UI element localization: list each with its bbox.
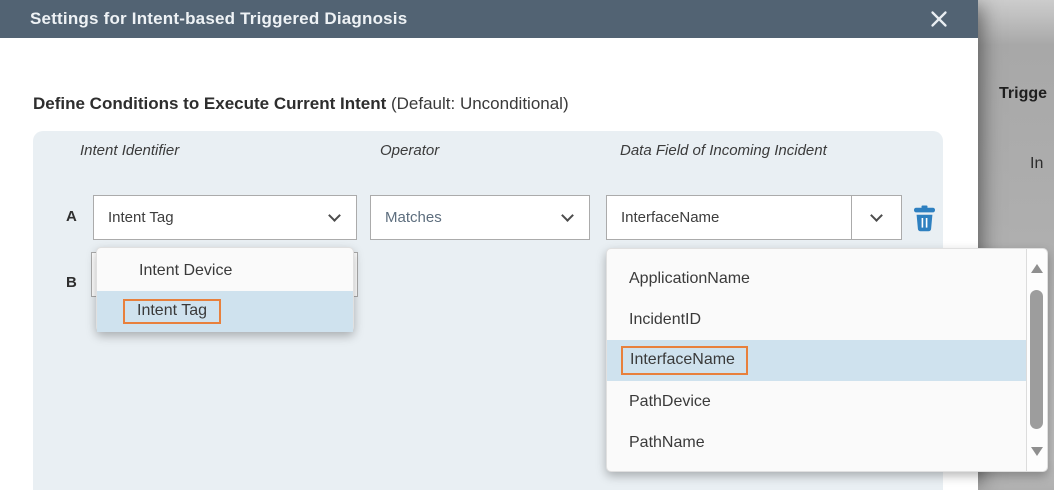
scrollbar-thumb[interactable] [1030, 290, 1043, 429]
conditions-heading-bold: Define Conditions to Execute Current Int… [33, 94, 386, 113]
dialog-header: Settings for Intent-based Triggered Diag… [0, 0, 978, 38]
menu-item-label: Intent Device [139, 262, 232, 280]
column-header-intent-identifier: Intent Identifier [80, 142, 179, 159]
menu-scrollbar[interactable] [1026, 249, 1047, 471]
close-icon [929, 17, 949, 32]
data-field-menu-list: ApplicationName IncidentID InterfaceName… [607, 249, 1026, 471]
menu-item-label: PathName [629, 434, 705, 452]
conditions-heading: Define Conditions to Execute Current Int… [33, 94, 569, 114]
column-header-operator: Operator [380, 142, 439, 159]
scroll-down-arrow-icon[interactable] [1031, 447, 1043, 456]
menu-item-incidentid[interactable]: IncidentID [607, 299, 1026, 340]
intent-identifier-select[interactable]: Intent Tag [93, 195, 357, 240]
delete-condition-button[interactable] [911, 205, 937, 232]
focus-outline: Intent Tag [123, 299, 221, 324]
menu-item-interfacename[interactable]: InterfaceName [607, 340, 1026, 381]
operator-select[interactable]: Matches [370, 195, 590, 240]
scroll-up-arrow-icon[interactable] [1031, 264, 1043, 273]
menu-item-intent-tag[interactable]: Intent Tag [97, 291, 353, 332]
conditions-heading-note: (Default: Unconditional) [386, 94, 568, 113]
intent-identifier-menu: Intent Device Intent Tag [96, 247, 354, 332]
row-a-label: A [66, 208, 77, 225]
trash-icon [912, 220, 937, 235]
menu-item-label: InterfaceName [630, 351, 735, 368]
intent-identifier-value: Intent Tag [108, 209, 174, 226]
row-b-label: B [66, 274, 77, 291]
menu-item-label: PathDevice [629, 393, 711, 411]
data-field-value: InterfaceName [607, 209, 851, 226]
data-field-menu: ApplicationName IncidentID InterfaceName… [606, 248, 1048, 472]
menu-item-applicationname[interactable]: ApplicationName [607, 258, 1026, 299]
operator-value: Matches [385, 209, 442, 226]
chevron-down-icon [328, 209, 341, 222]
menu-item-label: Intent Tag [137, 302, 207, 319]
focus-outline: InterfaceName [621, 346, 748, 375]
data-field-combobox[interactable]: InterfaceName [606, 195, 902, 240]
chevron-down-icon [870, 209, 883, 222]
chevron-down-icon [561, 209, 574, 222]
menu-item-intent-device[interactable]: Intent Device [97, 250, 353, 291]
column-header-data-field: Data Field of Incoming Incident [620, 142, 827, 159]
background-intent-text: In [1030, 155, 1043, 173]
dialog-title: Settings for Intent-based Triggered Diag… [30, 0, 407, 38]
menu-item-pathname[interactable]: PathName [607, 422, 1026, 463]
close-button[interactable] [928, 9, 950, 31]
data-field-dropdown-toggle[interactable] [851, 196, 901, 239]
menu-item-pathdevice[interactable]: PathDevice [607, 381, 1026, 422]
menu-item-label: IncidentID [629, 311, 701, 329]
background-trigger-text: Trigge [999, 85, 1047, 103]
menu-item-label: ApplicationName [629, 270, 750, 288]
